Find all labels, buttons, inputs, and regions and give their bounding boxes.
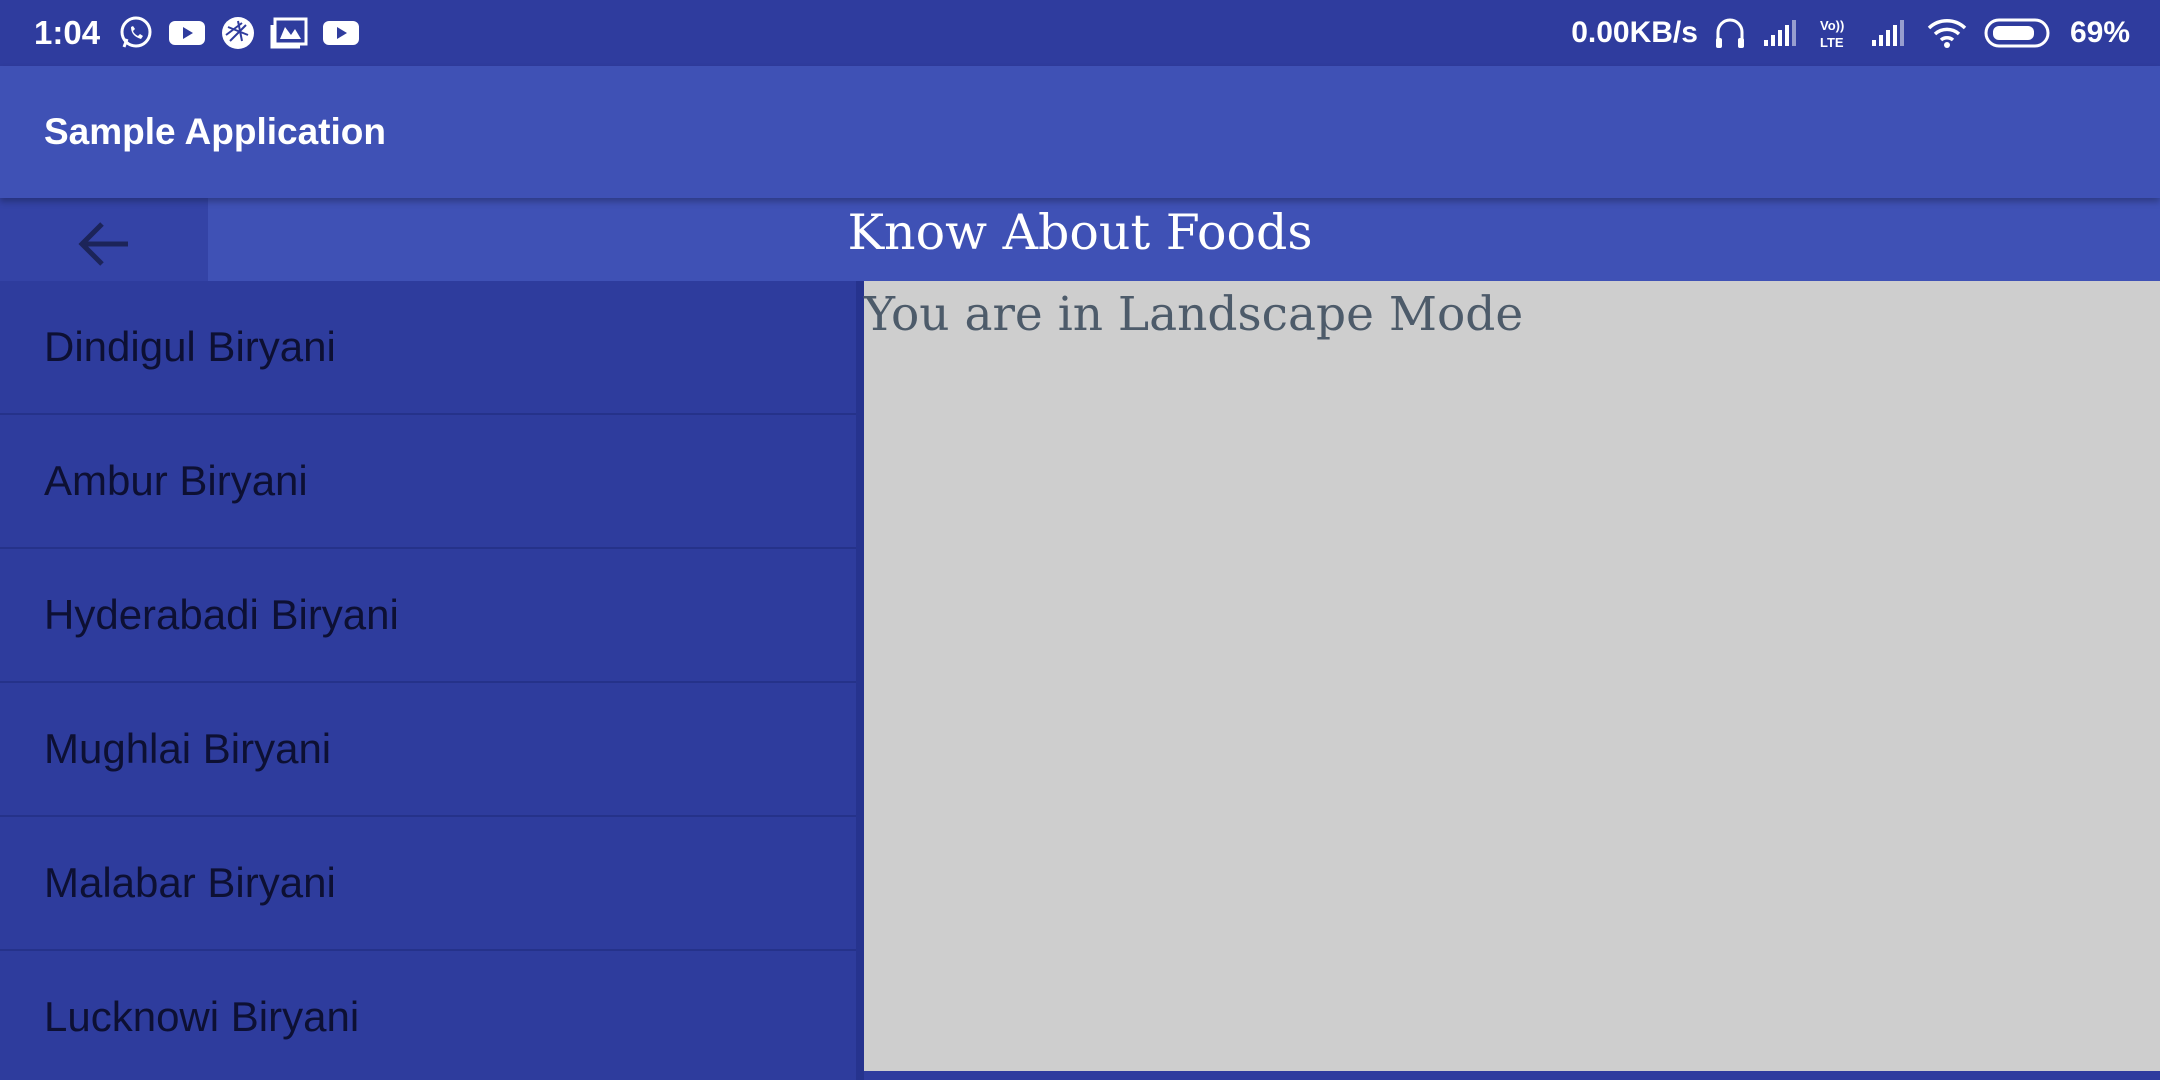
signal-icon — [1870, 18, 1910, 48]
list-item-label: Ambur Biryani — [44, 457, 308, 504]
list-item[interactable]: Malabar Biryani — [0, 817, 856, 951]
youtube-icon — [168, 18, 206, 48]
whatsapp-icon — [118, 15, 154, 51]
list-item-label: Mughlai Biryani — [44, 725, 332, 772]
list-item[interactable]: Lucknowi Biryani — [0, 951, 856, 1080]
status-bar: 1:04 0.00KB/s Vo)) LTE 69% — [0, 0, 2160, 66]
food-list: Dindigul Biryani Ambur Biryani Hyderabad… — [0, 281, 856, 1080]
youtube-icon — [322, 18, 360, 48]
list-item[interactable]: Mughlai Biryani — [0, 683, 856, 817]
detail-message: You are in Landscape Mode — [864, 287, 1524, 342]
status-time: 1:04 — [34, 14, 101, 51]
detail-pane: You are in Landscape Mode — [864, 281, 2160, 1071]
wifi-icon — [1926, 17, 1968, 49]
battery-icon — [1984, 17, 2054, 49]
list-item-label: Lucknowi Biryani — [44, 993, 360, 1040]
pane-divider — [856, 281, 864, 1080]
list-item[interactable]: Dindigul Biryani — [0, 281, 856, 415]
list-item-label: Dindigul Biryani — [44, 323, 336, 370]
app-title: Sample Application — [44, 111, 386, 152]
header-bar: Know About Foods — [208, 198, 2160, 281]
svg-text:Vo)): Vo)) — [1820, 18, 1844, 33]
volte-icon: Vo)) LTE — [1818, 16, 1854, 50]
page-title: Know About Foods — [847, 204, 1313, 261]
list-item-label: Malabar Biryani — [44, 859, 336, 906]
signal-icon — [1762, 18, 1802, 48]
net-speed: 0.00KB/s — [1571, 16, 1698, 49]
aperture-icon — [220, 15, 256, 51]
list-item[interactable]: Hyderabadi Biryani — [0, 549, 856, 683]
headset-icon — [1714, 16, 1746, 50]
app-bar: Sample Application — [0, 66, 2160, 198]
gallery-icon — [270, 17, 308, 49]
list-item-label: Hyderabadi Biryani — [44, 591, 399, 638]
svg-text:LTE: LTE — [1820, 35, 1844, 50]
battery-percent: 69% — [2069, 16, 2130, 49]
list-item[interactable]: Ambur Biryani — [0, 415, 856, 549]
